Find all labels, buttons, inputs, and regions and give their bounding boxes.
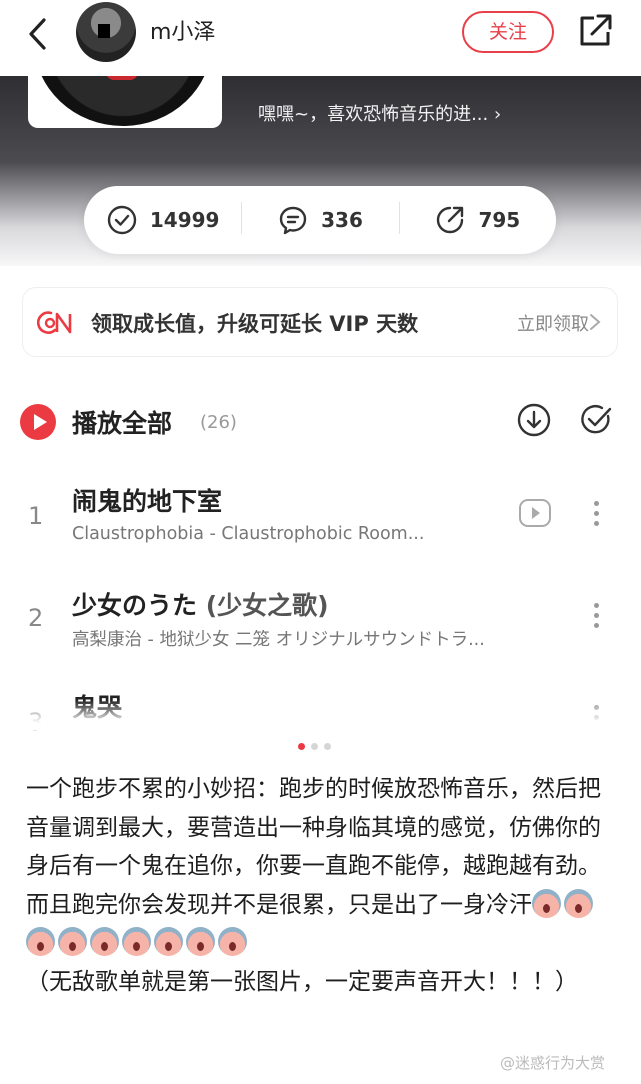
vip-banner[interactable]: 领取成长值，升级可延长 VIP 天数 立即领取 — [22, 287, 618, 357]
multi-select-icon[interactable] — [578, 402, 614, 438]
post-note: （无敌歌单就是第一张图片，一定要声音开大！！！） — [26, 968, 578, 995]
track-subtitle: Claustrophobia - Claustrophobic Room... — [72, 524, 425, 544]
play-icon[interactable] — [20, 404, 56, 440]
comment-count: 336 — [321, 208, 363, 232]
carousel-indicator — [298, 743, 331, 750]
vip-logo-icon — [37, 311, 72, 334]
carousel-dot-active — [298, 743, 305, 750]
track-count: (26) — [200, 412, 237, 433]
track-subtitle: 高梨康治 - 地狱少女 二笼 オリジナルサウンドトラ... — [72, 630, 485, 650]
download-icon[interactable] — [516, 402, 552, 438]
play-all-row[interactable]: 播放全部 (26) — [20, 400, 620, 444]
watermark: @迷惑行为大赏 — [500, 1054, 606, 1072]
playlist-description-text: 嘿嘿~，喜欢恐怖音乐的进... — [258, 104, 489, 125]
share-count: 795 — [478, 208, 521, 232]
playlist-cover[interactable] — [28, 76, 222, 128]
play-all-label: 播放全部 — [72, 409, 173, 438]
username[interactable]: m小泽 — [150, 14, 215, 46]
scream-face-icon — [58, 927, 87, 956]
scream-face-icon — [218, 927, 247, 956]
scream-face-icon — [186, 927, 215, 956]
post-text: 一个跑步不累的小妙招：跑步的时候放恐怖音乐，然后把音量调到最大，要营造出一种身临… — [26, 770, 616, 1001]
scream-face-icon — [26, 927, 55, 956]
playlist-stats: 14999 336 795 — [84, 186, 556, 254]
track-title-alt: (少女之歌) — [205, 591, 329, 620]
mv-play-icon[interactable] — [518, 498, 552, 528]
more-options-icon[interactable] — [586, 496, 606, 532]
avatar[interactable] — [76, 2, 136, 62]
follow-button[interactable]: 关注 — [462, 11, 554, 53]
favorite-button[interactable]: 14999 — [84, 204, 241, 236]
vip-claim-link[interactable]: 立即领取 — [517, 310, 589, 336]
comment-icon — [279, 206, 307, 235]
track-number: 1 — [28, 502, 44, 530]
playlist-description[interactable]: 嘿嘿~，喜欢恐怖音乐的进... › — [258, 100, 501, 126]
scream-face-icon — [90, 927, 119, 956]
track-title-main: 少女のうた — [72, 591, 198, 620]
scream-face-icon — [154, 927, 183, 956]
more-options-icon[interactable] — [586, 598, 606, 634]
scream-face-icon — [122, 927, 151, 956]
share-count-button[interactable]: 795 — [398, 202, 556, 236]
carousel-dot — [311, 743, 318, 750]
chevron-right-icon — [590, 314, 601, 330]
track-number: 2 — [28, 604, 44, 632]
top-bar: m小泽 关注 — [0, 0, 641, 76]
favorite-count: 14999 — [149, 208, 220, 232]
chevron-right-icon: › — [493, 104, 502, 125]
vip-banner-text: 领取成长值，升级可延长 VIP 天数 — [91, 312, 419, 336]
scream-face-icon — [532, 888, 561, 918]
comment-button[interactable]: 336 — [241, 202, 398, 236]
scream-face-icon — [564, 888, 593, 918]
post-paragraph: 一个跑步不累的小妙招：跑步的时候放恐怖音乐，然后把音量调到最大，要营造出一种身临… — [26, 776, 601, 918]
check-circle-icon — [107, 205, 137, 235]
share-arrow-icon — [437, 206, 464, 234]
track-title: 闹鬼的地下室 — [72, 487, 223, 516]
carousel-dot — [324, 743, 331, 750]
track-title: 少女のうた (少女之歌) — [72, 586, 329, 622]
back-arrow-icon[interactable] — [22, 14, 56, 54]
list-fade — [0, 700, 641, 730]
share-icon[interactable] — [576, 10, 614, 50]
